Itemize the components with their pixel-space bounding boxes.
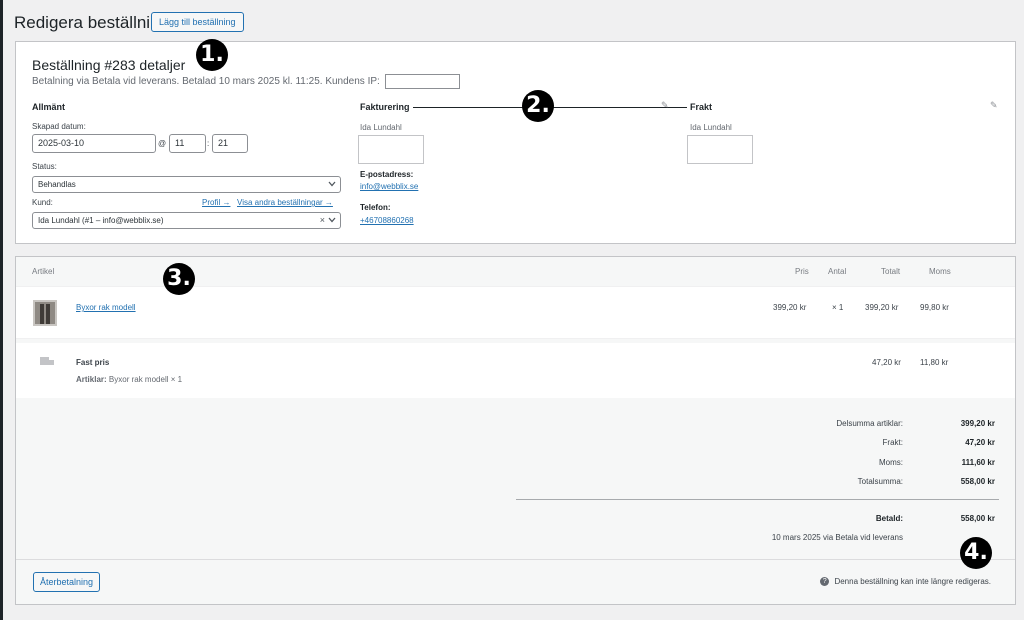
- paid-note: 10 mars 2025 via Betala vid leverans: [771, 533, 903, 542]
- refund-button[interactable]: Återbetalning: [33, 572, 101, 592]
- footer-divider: [16, 559, 1015, 560]
- at-symbol: @: [158, 139, 167, 148]
- shipping-items: Artiklar: Byxor rak modell × 1: [76, 375, 182, 384]
- shipping-tax: 11,80 kr: [920, 358, 949, 367]
- product-link[interactable]: Byxor rak modell: [76, 303, 136, 312]
- edit-shipping-icon[interactable]: ✎: [990, 100, 998, 111]
- grand-total-value: 558,00 kr: [960, 477, 995, 486]
- created-date-label: Skapad datum:: [32, 122, 86, 131]
- totals-divider: [516, 499, 999, 500]
- product-total: 399,20 kr: [865, 303, 899, 312]
- shipping-total: 47,20 kr: [872, 358, 901, 367]
- not-editable-note: ? Denna beställning kan inte längre redi…: [820, 577, 991, 587]
- paid-label: Betald:: [875, 514, 903, 523]
- col-total: Totalt: [881, 267, 901, 276]
- not-editable-text: Denna beställning kan inte längre redige…: [834, 577, 991, 586]
- status-label: Status:: [32, 162, 57, 171]
- shipping-method-name: Fast pris: [76, 358, 110, 367]
- customer-ip-field: [384, 74, 460, 89]
- shipping-name: Ida Lundahl: [690, 123, 732, 132]
- add-order-button[interactable]: Lägg till beställning: [151, 12, 244, 32]
- shipping-truck-icon: [40, 357, 54, 365]
- subtotal-value: 399,20 kr: [960, 419, 995, 428]
- shipping-address-box: [687, 135, 753, 164]
- table-row: Byxor rak modell 399,20 kr × 1 399,20 kr…: [16, 287, 1015, 339]
- billing-name: Ida Lundahl: [360, 123, 402, 132]
- email-label: E-postadress:: [360, 170, 414, 179]
- billing-email-link[interactable]: info@webblix.se: [360, 182, 418, 191]
- order-meta: Betalning via Betala vid leverans. Betal…: [32, 74, 460, 89]
- clear-customer-icon[interactable]: ×: [320, 213, 325, 228]
- product-qty: × 1: [832, 303, 844, 312]
- callout-2: 2.: [522, 90, 554, 122]
- shipping-items-value: Byxor rak modell × 1: [108, 375, 183, 384]
- grand-total-label: Totalsumma:: [857, 477, 903, 486]
- status-select[interactable]: Behandlas: [32, 176, 341, 193]
- chevron-down-icon: [328, 217, 336, 223]
- shipping-total-label: Frakt:: [882, 438, 903, 447]
- shipping-total-value: 47,20 kr: [965, 438, 995, 447]
- order-meta-text: Betalning via Betala vid leverans. Betal…: [32, 76, 380, 88]
- customer-value: Ida Lundahl (#1 – info@webblix.se): [38, 216, 164, 225]
- status-value: Behandlas: [38, 180, 76, 189]
- general-heading: Allmänt: [32, 102, 66, 112]
- product-tax: 99,80 kr: [920, 303, 949, 312]
- col-qty: Antal: [828, 267, 847, 276]
- callout-3: 3.: [163, 263, 195, 295]
- col-tax: Moms: [929, 267, 951, 276]
- help-icon: ?: [820, 577, 830, 587]
- customer-label: Kund:: [32, 198, 53, 207]
- callout-1: 1.: [196, 39, 228, 71]
- shipping-items-label: Artiklar:: [76, 375, 107, 384]
- hour-input[interactable]: 11: [169, 134, 206, 153]
- time-separator: :: [207, 139, 210, 148]
- phone-label: Telefon:: [360, 203, 391, 212]
- admin-sidebar-edge: [0, 0, 3, 620]
- billing-phone-link[interactable]: +46708860268: [360, 216, 414, 225]
- chevron-down-icon: [328, 181, 336, 187]
- billing-heading: Fakturering: [360, 102, 410, 112]
- page-title: Redigera beställning: [14, 13, 169, 32]
- tax-total-label: Moms:: [879, 458, 903, 467]
- order-details-panel: Beställning #283 detaljer Betalning via …: [15, 41, 1016, 244]
- product-price: 399,20 kr: [773, 303, 807, 312]
- order-title: Beställning #283 detaljer: [32, 57, 186, 73]
- table-row: Fast pris Artiklar: Byxor rak modell × 1…: [16, 343, 1015, 398]
- shipping-heading: Frakt: [690, 102, 713, 112]
- edit-billing-icon[interactable]: ✎: [661, 100, 669, 111]
- billing-address-box: [358, 135, 424, 164]
- profile-link[interactable]: Profil →: [202, 198, 230, 207]
- subtotal-label: Delsumma artiklar:: [836, 419, 903, 428]
- tax-total-value: 111,60 kr: [961, 458, 995, 467]
- paid-value: 558,00 kr: [960, 514, 995, 523]
- product-thumbnail: [33, 300, 57, 326]
- other-orders-link[interactable]: Visa andra beställningar →: [237, 198, 333, 207]
- col-article: Artikel: [32, 267, 55, 276]
- callout-4: 4.: [960, 537, 992, 569]
- order-items-panel: Artikel Pris Antal Totalt Moms Byxor rak…: [15, 256, 1016, 605]
- date-input[interactable]: 2025-03-10: [32, 134, 156, 153]
- minute-input[interactable]: 21: [212, 134, 248, 153]
- customer-select[interactable]: Ida Lundahl (#1 – info@webblix.se) ×: [32, 212, 341, 229]
- col-price: Pris: [795, 267, 809, 276]
